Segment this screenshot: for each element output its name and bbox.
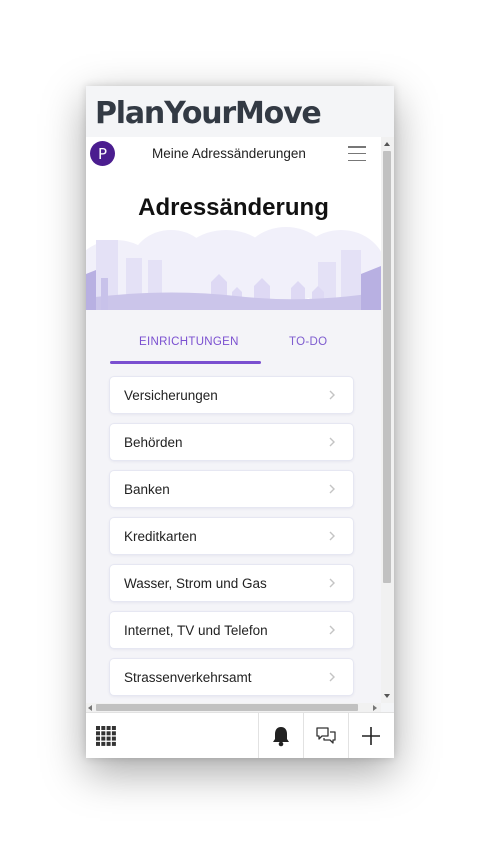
list-item-label: Wasser, Strom und Gas — [124, 575, 267, 591]
logo[interactable]: P — [90, 141, 115, 166]
list-item-kreditkarten[interactable]: Kreditkarten — [110, 518, 353, 554]
apps-grid-button[interactable] — [86, 713, 126, 758]
chevron-right-icon — [329, 484, 335, 494]
skyline-illustration — [86, 227, 381, 310]
brand-title: PlanYourMove — [95, 96, 322, 131]
scroll-right-arrow-icon[interactable] — [373, 704, 377, 711]
list-item-label: Behörden — [124, 434, 183, 450]
chevron-right-icon — [329, 390, 335, 400]
app-header: P Meine Adressänderungen — [86, 137, 381, 170]
chat-button[interactable] — [304, 713, 348, 758]
horizontal-scrollbar[interactable] — [86, 703, 381, 712]
list-item-strassenverkehrsamt[interactable]: Strassenverkehrsamt — [110, 659, 353, 695]
list-item-label: Banken — [124, 481, 170, 497]
chevron-right-icon — [329, 437, 335, 447]
logo-letter: P — [97, 144, 108, 163]
scroll-down-arrow-icon[interactable] — [384, 694, 390, 698]
list-item-label: Kreditkarten — [124, 528, 197, 544]
add-button[interactable] — [349, 713, 393, 758]
app-viewport: P Meine Adressänderungen Adressänderung … — [86, 137, 381, 703]
phone-frame: PlanYourMove P Meine Adressänderungen Ad… — [86, 86, 394, 758]
list-item-behoerden[interactable]: Behörden — [110, 424, 353, 460]
list-item-versicherungen[interactable]: Versicherungen — [110, 377, 353, 413]
vertical-scrollbar[interactable] — [381, 137, 394, 703]
tab-todo[interactable]: TO-DO — [289, 336, 327, 348]
chat-icon — [316, 727, 336, 744]
chevron-right-icon — [329, 531, 335, 541]
horizontal-scroll-thumb[interactable] — [96, 704, 358, 711]
bell-icon — [273, 727, 289, 747]
hero-title: Adressänderung — [138, 194, 329, 221]
chevron-right-icon — [329, 578, 335, 588]
hero-banner: Adressänderung — [86, 170, 381, 310]
active-tab-indicator — [110, 361, 261, 364]
tab-bar: EINRICHTUNGEN TO-DO — [86, 310, 381, 370]
tab-einrichtungen[interactable]: EINRICHTUNGEN — [139, 336, 239, 348]
list-item-banken[interactable]: Banken — [110, 471, 353, 507]
chevron-right-icon — [329, 672, 335, 682]
scroll-left-arrow-icon[interactable] — [88, 704, 92, 711]
bottom-toolbar — [86, 712, 394, 758]
list-item-label: Internet, TV und Telefon — [124, 622, 268, 638]
vertical-scroll-thumb[interactable] — [383, 151, 391, 583]
grid-apps-icon — [96, 726, 116, 746]
plus-icon — [362, 727, 380, 745]
header-title: Meine Adressänderungen — [152, 146, 306, 161]
chevron-right-icon — [329, 625, 335, 635]
list-item-wasser-strom-gas[interactable]: Wasser, Strom und Gas — [110, 565, 353, 601]
list-item-internet-tv-telefon[interactable]: Internet, TV und Telefon — [110, 612, 353, 648]
notifications-button[interactable] — [259, 713, 303, 758]
scroll-up-arrow-icon[interactable] — [384, 142, 390, 146]
hamburger-menu-icon[interactable] — [348, 146, 366, 161]
list-item-label: Versicherungen — [124, 387, 218, 403]
list-item-label: Strassenverkehrsamt — [124, 669, 252, 685]
